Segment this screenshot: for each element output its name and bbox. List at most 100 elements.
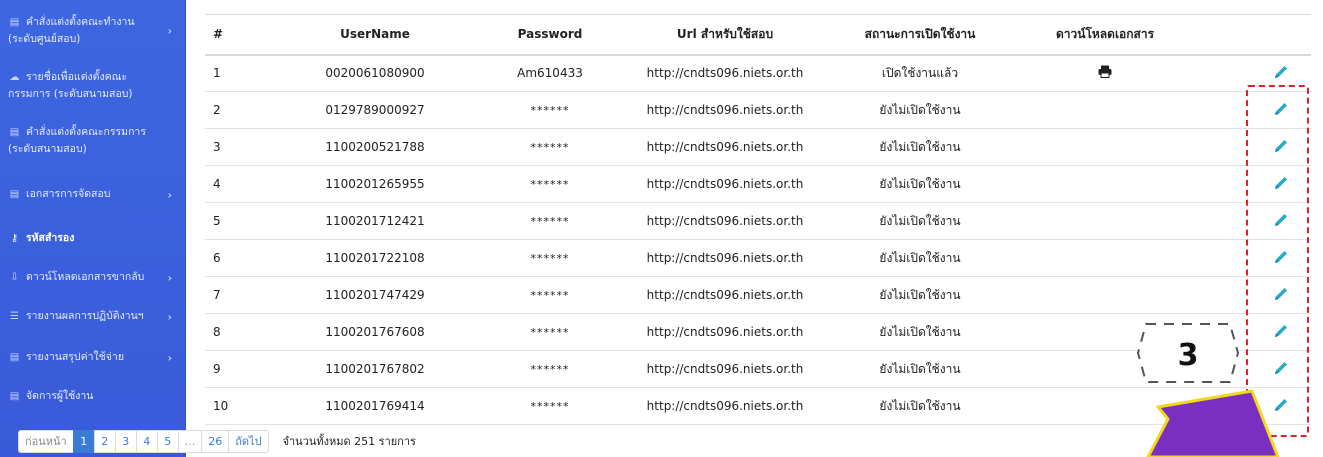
col-header-username: UserName [275, 14, 475, 56]
table-row: 7 1100201747429 ****** http://cndts096.niet… [205, 276, 1311, 314]
download-cell [1015, 276, 1195, 314]
row-number-cell: 9 [205, 350, 275, 388]
row-number-cell: 2 [205, 91, 275, 129]
password-cell: ****** [475, 313, 625, 351]
password-cell: ****** [475, 239, 625, 277]
document-icon: ▤ [9, 17, 20, 28]
row-number-cell: 3 [205, 128, 275, 166]
document-icon: ▤ [9, 352, 20, 363]
sidebar: ▤ คำสั่งแต่งตั้งคณะทำงาน (ระดับศูนย์สอบ) › ☁… [0, 0, 186, 457]
url-cell: http://cndts096.niets.or.th [625, 239, 825, 277]
url-cell: http://cndts096.niets.or.th [625, 202, 825, 240]
row-number-cell: 7 [205, 276, 275, 314]
document-icon: ▤ [9, 189, 20, 200]
col-header-status: สถานะการเปิดใช้งาน [825, 14, 1015, 56]
chevron-right-icon: › [167, 310, 172, 323]
print-icon[interactable] [1098, 65, 1112, 79]
sidebar-item-label: รายงานสรุปค่าใช้จ่าย [26, 351, 124, 363]
page-ellipsis: ... [177, 429, 203, 453]
url-cell: http://cndts096.niets.or.th [625, 128, 825, 166]
status-cell: ยังไม่เปิดใช้งาน [825, 91, 1015, 129]
sidebar-item-2[interactable]: ☁ รายชื่อเพื่อแต่งตั้งคณะ กรรมการ (ระดับสน… [0, 69, 186, 103]
username-cell: 1100201265955 [275, 165, 475, 203]
sidebar-item-4[interactable]: ▤ เอกสารการจัดสอบ › [0, 186, 186, 203]
page-button-4[interactable]: 4 [135, 429, 158, 453]
document-icon: ▤ [9, 127, 20, 138]
password-cell: ****** [475, 91, 625, 129]
sidebar-item-5[interactable]: ⚷ รหัสสำรอง [0, 230, 186, 247]
password-cell: ****** [475, 276, 625, 314]
table-row: 4 1100201265955 ****** http://cndts096.niet… [205, 165, 1311, 203]
table-row: 2 0129789000927 ****** http://cndts096.niet… [205, 91, 1311, 129]
sidebar-item-label: รายงานผลการปฏิบัติงานฯ [26, 310, 144, 322]
download-cell [1015, 165, 1195, 203]
sidebar-item-sublabel: กรรมการ (ระดับสนามสอบ) [8, 88, 133, 100]
page-button-5[interactable]: 5 [156, 429, 179, 453]
username-cell: 0129789000927 [275, 91, 475, 129]
sidebar-item-label: คำสั่งแต่งตั้งคณะกรรมการ [26, 126, 146, 138]
username-cell: 1100201767608 [275, 313, 475, 351]
chevron-right-icon: › [167, 188, 172, 201]
sidebar-item-1[interactable]: ▤ คำสั่งแต่งตั้งคณะทำงาน (ระดับศูนย์สอบ) › [0, 14, 186, 48]
cloud-icon: ☁ [9, 72, 20, 83]
pencil-edit-icon[interactable] [1273, 64, 1289, 80]
sidebar-item-9[interactable]: ▤ จัดการผู้ใช้งาน [0, 388, 186, 405]
table-row: 6 1100201722108 ****** http://cndts096.niet… [205, 239, 1311, 277]
status-cell: ยังไม่เปิดใช้งาน [825, 165, 1015, 203]
prev-page-button[interactable]: ก่อนหน้า [18, 429, 74, 453]
status-cell: ยังไม่เปิดใช้งาน [825, 239, 1015, 277]
status-cell: ยังไม่เปิดใช้งาน [825, 202, 1015, 240]
row-number-cell: 6 [205, 239, 275, 277]
url-cell: http://cndts096.niets.or.th [625, 165, 825, 203]
row-number-cell: 8 [205, 313, 275, 351]
password-cell: ****** [475, 202, 625, 240]
username-cell: 1100201767802 [275, 350, 475, 388]
table-row: 3 1100200521788 ****** http://cndts096.niet… [205, 128, 1311, 166]
download-cell [1015, 202, 1195, 240]
password-cell: ****** [475, 165, 625, 203]
row-number-cell: 4 [205, 165, 275, 203]
username-cell: 0020061080900 [275, 54, 475, 92]
table-header-row: # UserName Password Url สำหรับใช้สอบ สถา… [205, 14, 1311, 56]
url-cell: http://cndts096.niets.or.th [625, 313, 825, 351]
page-button-26[interactable]: 26 [201, 429, 230, 453]
status-cell: ยังไม่เปิดใช้งาน [825, 128, 1015, 166]
page-root: ▤ คำสั่งแต่งตั้งคณะทำงาน (ระดับศูนย์สอบ) › ☁… [0, 0, 1323, 457]
username-cell: 1100201712421 [275, 202, 475, 240]
url-cell: http://cndts096.niets.or.th [625, 54, 825, 92]
download-cell [1015, 54, 1195, 92]
col-header-url: Url สำหรับใช้สอบ [625, 14, 825, 56]
sidebar-item-sublabel: (ระดับสนามสอบ) [8, 143, 87, 155]
col-header-number: # [205, 14, 275, 56]
row-number-cell: 10 [205, 387, 275, 425]
password-cell: ****** [475, 128, 625, 166]
sidebar-item-3[interactable]: ▤ คำสั่งแต่งตั้งคณะกรรมการ (ระดับสนามสอบ) [0, 124, 186, 158]
password-cell: ****** [475, 387, 625, 425]
list-icon: ☰ [10, 311, 19, 322]
sidebar-item-label: จัดการผู้ใช้งาน [26, 390, 94, 402]
url-cell: http://cndts096.niets.or.th [625, 276, 825, 314]
next-page-button[interactable]: ถัดไป [228, 429, 269, 453]
chevron-right-icon: › [167, 24, 172, 38]
password-cell: ****** [475, 350, 625, 388]
username-cell: 1100201722108 [275, 239, 475, 277]
download-cell [1015, 91, 1195, 129]
sidebar-item-7[interactable]: ☰ รายงานผลการปฏิบัติงานฯ › [0, 308, 186, 325]
sidebar-item-8[interactable]: ▤ รายงานสรุปค่าใช้จ่าย › [0, 349, 186, 366]
page-button-2[interactable]: 2 [93, 429, 116, 453]
col-header-download: ดาวน์โหลดเอกสาร [1015, 14, 1195, 56]
page-button-3[interactable]: 3 [114, 429, 137, 453]
sidebar-item-label: ดาวน์โหลดเอกสารขากลับ [26, 271, 145, 283]
url-cell: http://cndts096.niets.or.th [625, 387, 825, 425]
col-header-password: Password [475, 14, 625, 56]
key-icon: ⚷ [10, 233, 19, 244]
page-button-1[interactable]: 1 [72, 429, 95, 453]
row-number-cell: 1 [205, 54, 275, 92]
pointer-arrow-icon [1146, 389, 1280, 457]
step-number: 3 [1178, 338, 1199, 373]
chevron-right-icon: › [167, 351, 172, 364]
row-number-cell: 5 [205, 202, 275, 240]
sidebar-item-6[interactable]: ⇩ ดาวน์โหลดเอกสารขากลับ › [0, 269, 186, 286]
sidebar-item-sublabel: (ระดับศูนย์สอบ) [8, 33, 81, 45]
url-cell: http://cndts096.niets.or.th [625, 91, 825, 129]
